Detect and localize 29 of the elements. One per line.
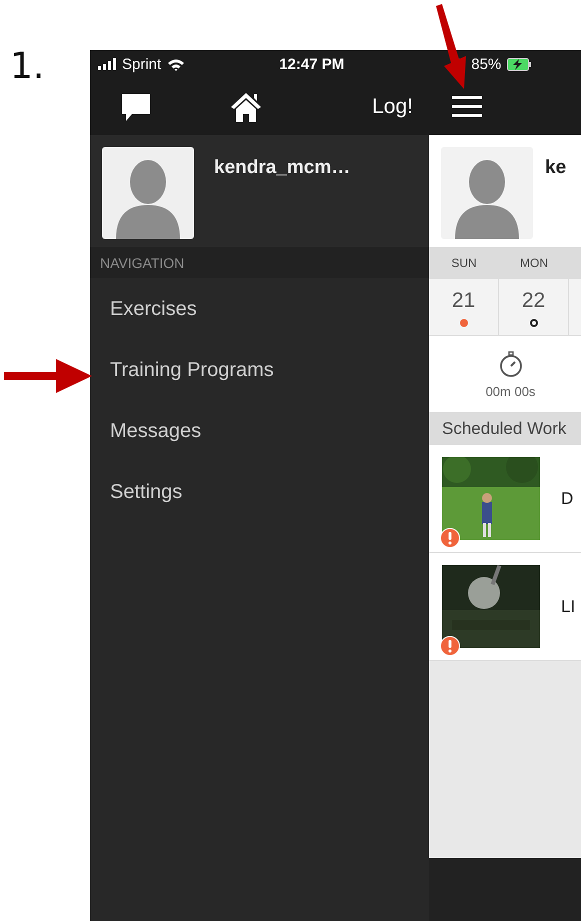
chat-icon[interactable] <box>120 92 152 122</box>
workout-title[interactable]: D <box>561 488 574 508</box>
stopwatch-icon <box>498 350 522 378</box>
username: kendra_mcm… <box>214 157 350 180</box>
section-heading: NAVIGATION <box>100 254 184 270</box>
battery-charging-icon <box>507 58 532 70</box>
nav-item[interactable]: Exercises <box>90 279 429 340</box>
status-time: 12:47 PM <box>279 56 344 72</box>
date-cell[interactable]: 22 <box>499 279 569 335</box>
menu-icon[interactable] <box>452 96 482 118</box>
weekday-label: MON <box>519 255 549 272</box>
section-heading: Scheduled Work <box>442 418 566 438</box>
nav-item[interactable]: Messages <box>90 401 429 462</box>
home-icon[interactable] <box>230 90 262 122</box>
carrier-name: Sprint <box>122 56 162 72</box>
wifi-icon <box>167 58 186 70</box>
weekday-label: SUN <box>450 255 478 272</box>
avatar-icon <box>102 147 194 239</box>
nav-item[interactable]: Training Programs <box>90 340 429 401</box>
date-cell[interactable]: 21 <box>429 279 499 335</box>
username: ke <box>545 157 566 180</box>
signal-icon <box>98 58 116 70</box>
timer-reading: 00m 00s <box>486 384 536 398</box>
step-number: 1. <box>10 46 44 87</box>
workout-title[interactable]: LI <box>561 596 576 616</box>
nav-item[interactable]: Settings <box>90 462 429 523</box>
avatar-icon <box>441 147 533 239</box>
battery-percent: 85% <box>471 56 502 72</box>
log-button[interactable]: Log! <box>372 94 413 118</box>
